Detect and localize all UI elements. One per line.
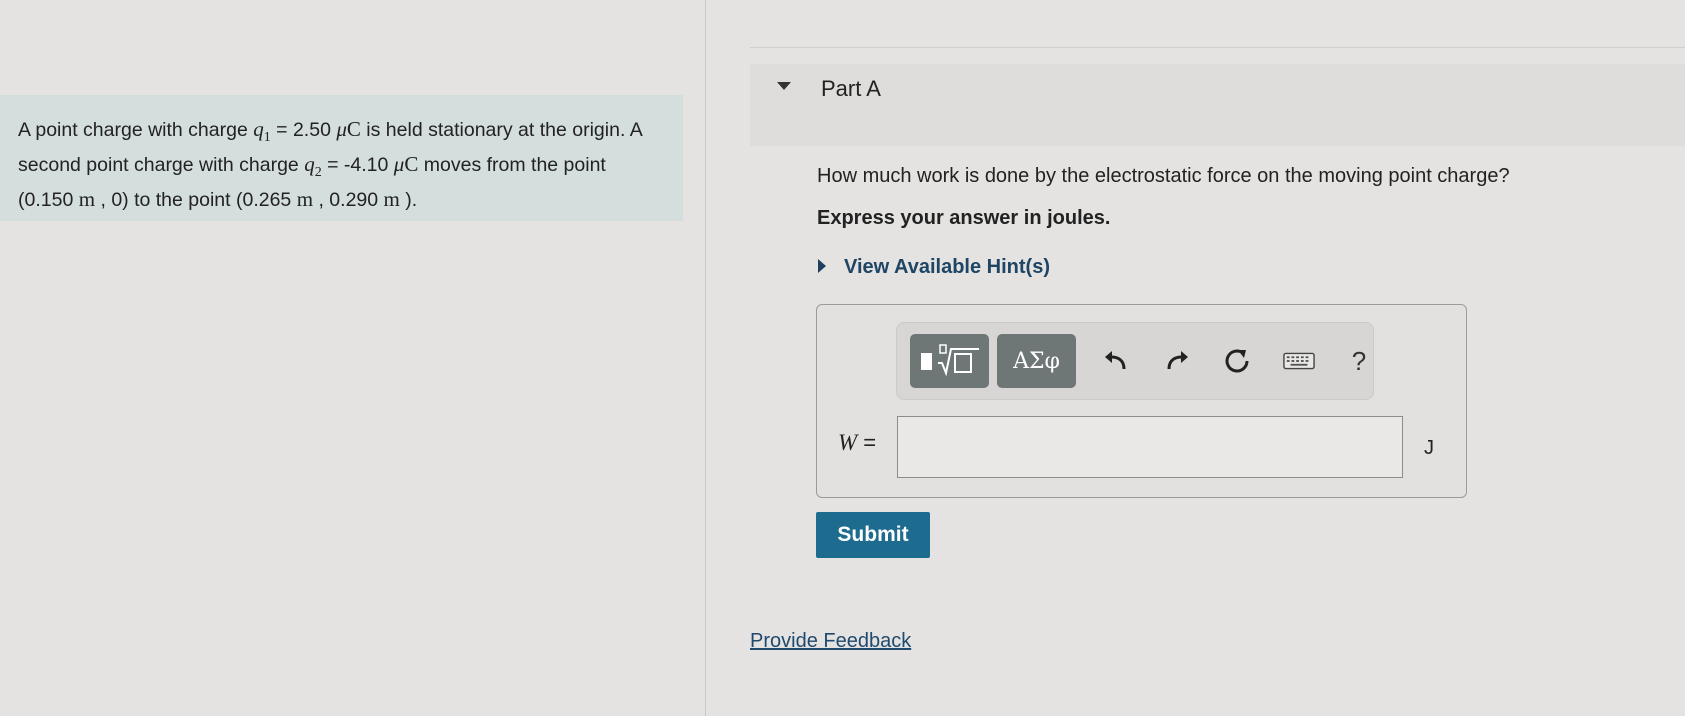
redo-icon[interactable] [1162,345,1194,377]
q1-unit: C [346,117,361,141]
q2-value: = -4.10 [321,154,394,177]
collapse-caret-icon[interactable] [777,82,791,90]
templates-button[interactable] [910,334,989,388]
reset-icon[interactable] [1221,345,1253,377]
q1-symbol: q1 [253,117,271,146]
unit-meter: m [78,187,96,212]
greek-symbols-button[interactable]: ΑΣφ [997,334,1076,388]
problem-text: , 0) to the point (0.265 [95,189,297,212]
instruction-text: Express your answer in joules. [817,207,1111,229]
question-text: How much work is done by the electrostat… [817,165,1510,187]
templates-icon [920,344,979,377]
expand-caret-icon[interactable] [818,259,826,273]
view-hints-link[interactable]: View Available Hint(s) [844,256,1050,279]
submit-button[interactable]: Submit [816,512,930,558]
q2-symbol: q2 [304,152,322,181]
problem-text: , 0.290 [313,189,384,212]
unit-meter: m [296,187,314,212]
part-header[interactable] [750,64,1685,146]
problem-statement: A point charge with charge q1 = 2.50 μC … [0,95,683,221]
column-divider [705,0,706,716]
part-title[interactable]: Part A [821,76,881,102]
answer-unit-label: J [1424,437,1434,459]
unit-meter: m [383,187,400,212]
q2-unit-prefix: μ [393,152,405,177]
problem-text: ). [399,189,418,212]
part-divider [750,47,1685,48]
q1-value: = 2.50 [270,119,337,141]
problem-text: A point charge with charge [18,119,254,141]
keyboard-icon[interactable] [1283,345,1315,377]
undo-icon[interactable] [1099,345,1131,377]
provide-feedback-link[interactable]: Provide Feedback [750,630,911,653]
q2-unit: C [404,152,419,177]
help-icon[interactable]: ? [1343,345,1375,377]
answer-variable-label: W = [838,430,877,455]
q1-unit-prefix: μ [336,117,347,141]
answer-input[interactable] [897,416,1403,478]
